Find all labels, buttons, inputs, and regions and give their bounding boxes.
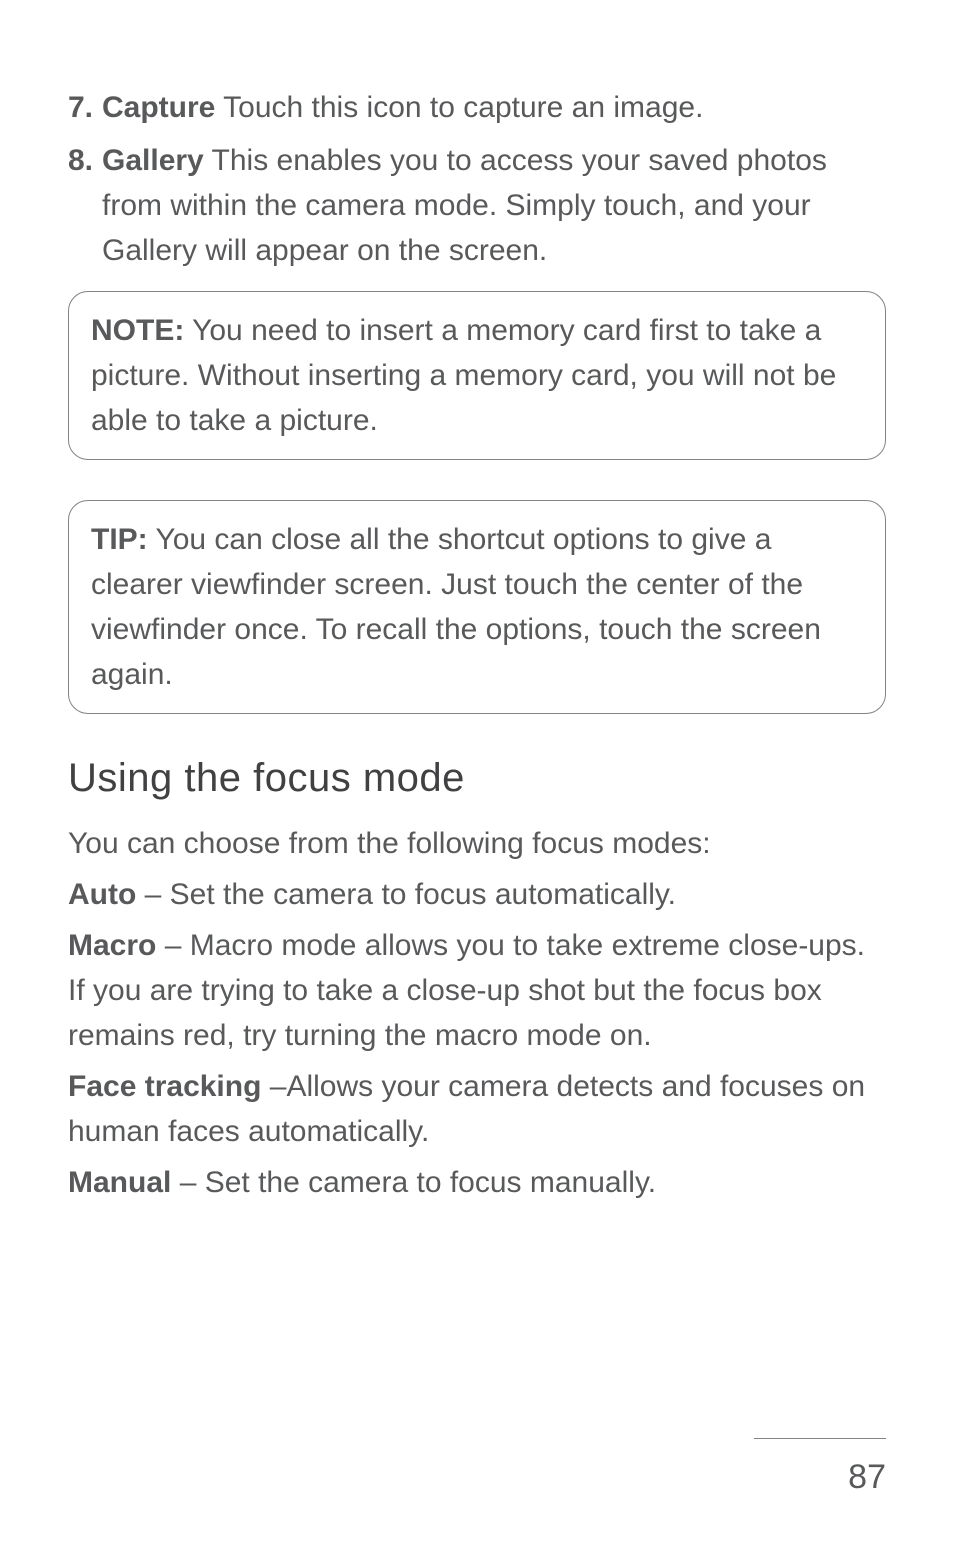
list-text: Touch this icon to capture an image. [215, 91, 703, 124]
mode-label: Macro [68, 929, 156, 962]
list-item: 8. Gallery This enables you to access yo… [68, 138, 886, 273]
list-label: Gallery [102, 144, 204, 177]
mode-item: Macro – Macro mode allows you to take ex… [68, 923, 886, 1058]
mode-text: – Set the camera to focus automatically. [136, 878, 676, 911]
mode-text: – Set the camera to focus manually. [171, 1166, 656, 1199]
list-body: Gallery This enables you to access your … [102, 138, 886, 273]
mode-item: Face tracking –Allows your camera detect… [68, 1064, 886, 1154]
mode-label: Face tracking [68, 1070, 261, 1103]
note-text: You need to insert a memory card first t… [91, 314, 836, 437]
section-body: You can choose from the following focus … [68, 821, 886, 1205]
list-number: 7. [68, 85, 102, 130]
page-rule [754, 1438, 886, 1440]
list-item: 7. Capture Touch this icon to capture an… [68, 85, 886, 130]
tip-text: You can close all the shortcut options t… [91, 523, 821, 691]
tip-label: TIP: [91, 523, 148, 556]
numbered-list: 7. Capture Touch this icon to capture an… [68, 85, 886, 273]
mode-label: Manual [68, 1166, 171, 1199]
list-label: Capture [102, 91, 215, 124]
mode-item: Auto – Set the camera to focus automatic… [68, 872, 886, 917]
list-body: Capture Touch this icon to capture an im… [102, 85, 886, 130]
mode-label: Auto [68, 878, 136, 911]
mode-item: Manual – Set the camera to focus manuall… [68, 1160, 886, 1205]
list-text: This enables you to access your saved ph… [102, 144, 827, 267]
tip-callout: TIP: You can close all the shortcut opti… [68, 500, 886, 714]
intro-text: You can choose from the following focus … [68, 821, 886, 866]
note-callout: NOTE: You need to insert a memory card f… [68, 291, 886, 460]
section-heading: Using the focus mode [68, 756, 886, 801]
mode-text: – Macro mode allows you to take extreme … [68, 929, 865, 1052]
page-number: 87 [848, 1458, 886, 1497]
list-number: 8. [68, 138, 102, 273]
note-label: NOTE: [91, 314, 184, 347]
